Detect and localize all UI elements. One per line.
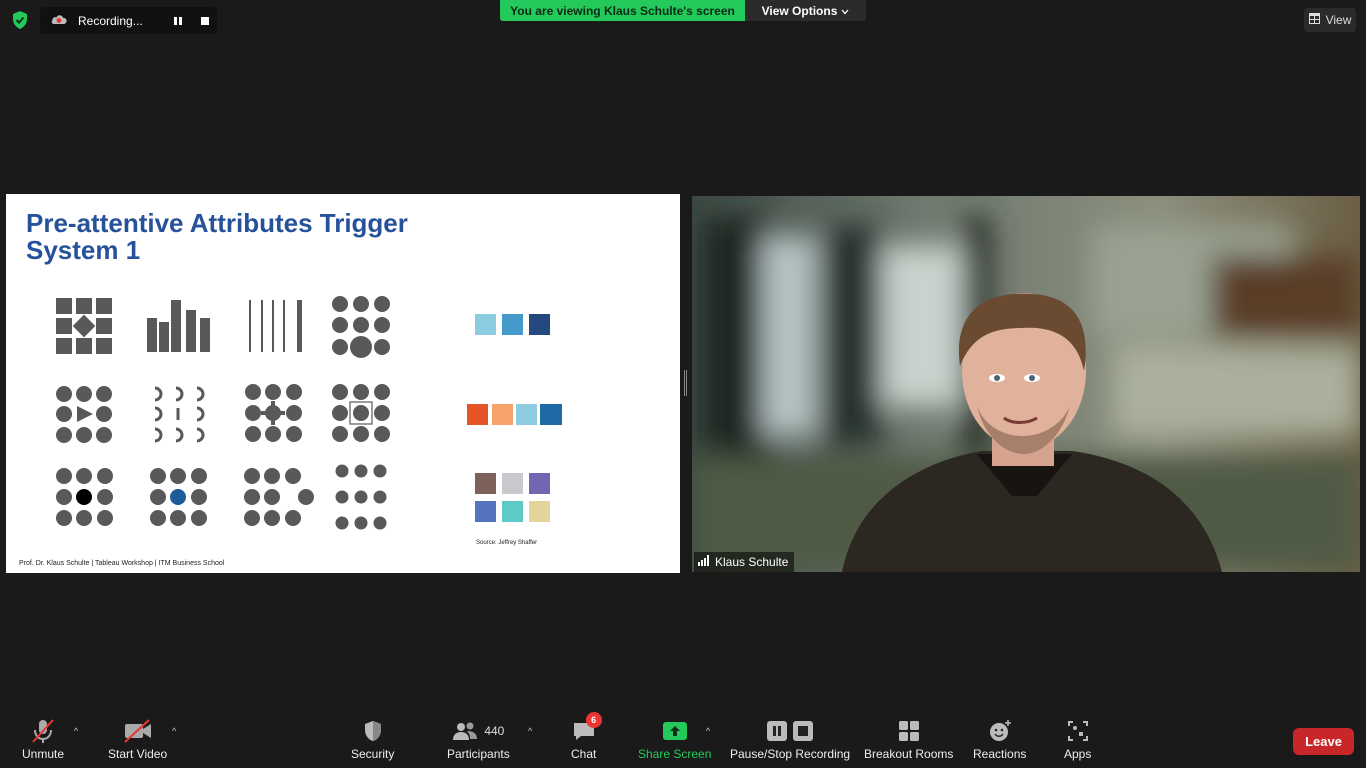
- chat-bubble-icon: 6: [572, 712, 602, 744]
- participants-icon: 440: [452, 718, 504, 744]
- view-options-label: View Options: [761, 3, 838, 18]
- pause-stop-recording-button[interactable]: Pause/Stop Recording: [730, 718, 850, 761]
- circles-hue: [150, 468, 207, 526]
- circles-enclosure: [332, 384, 390, 442]
- chevron-down-icon: [841, 4, 849, 18]
- pause-stop-icons: [767, 718, 814, 744]
- participant-name-tag: Klaus Schulte: [694, 552, 795, 572]
- circles-density: [335, 464, 387, 530]
- circles-position: [244, 468, 314, 526]
- leave-button[interactable]: Leave: [1293, 728, 1354, 755]
- circles-shape: [56, 386, 112, 443]
- recording-label: Recording...: [78, 13, 143, 28]
- unmute-button[interactable]: Unmute: [22, 718, 64, 761]
- bars-length: [147, 300, 210, 352]
- video-frame: [692, 196, 1360, 572]
- camera-off-icon: [123, 718, 153, 744]
- apps-icon: [1067, 718, 1089, 744]
- preattentive-attributes-figure: [56, 296, 562, 530]
- audio-options-caret[interactable]: ^: [74, 726, 78, 736]
- apps-button[interactable]: Apps: [1064, 718, 1091, 761]
- video-options-caret[interactable]: ^: [172, 726, 176, 736]
- view-options-button[interactable]: View Options: [745, 0, 866, 21]
- slide-source: Source: Jeffrey Shaffer: [476, 540, 538, 546]
- stop-icon: [793, 721, 814, 741]
- smiley-plus-icon: [988, 718, 1012, 744]
- reactions-button[interactable]: Reactions: [973, 718, 1026, 761]
- chat-button[interactable]: 6 Chat: [571, 712, 602, 761]
- security-button[interactable]: Security: [351, 718, 394, 761]
- cloud-recording-icon: [50, 12, 68, 29]
- participants-options-caret[interactable]: ^: [528, 726, 532, 736]
- split-resize-handle[interactable]: [684, 370, 688, 396]
- circles-size: [332, 296, 390, 358]
- pause-icon: [767, 721, 788, 741]
- share-screen-button[interactable]: Share Screen: [638, 718, 711, 761]
- breakout-rooms-icon: [898, 718, 920, 744]
- square-grid-orientation: [56, 298, 112, 354]
- participants-count: 440: [484, 724, 505, 738]
- participant-name: Klaus Schulte: [715, 555, 789, 569]
- shield-icon: [362, 718, 384, 744]
- start-video-button[interactable]: Start Video: [108, 718, 167, 761]
- security-shield-icon[interactable]: [10, 10, 30, 30]
- view-layout-button[interactable]: View: [1304, 8, 1356, 32]
- breakout-rooms-button[interactable]: Breakout Rooms: [864, 718, 953, 761]
- chat-unread-badge: 6: [585, 712, 602, 728]
- categorical-palette: [475, 473, 550, 522]
- grid-view-icon: [1308, 13, 1320, 27]
- microphone-muted-icon: [30, 718, 56, 744]
- sequential-palette: [475, 314, 550, 335]
- diverging-palette: [467, 404, 562, 425]
- share-options-caret[interactable]: ^: [706, 726, 710, 736]
- stop-recording-icon[interactable]: [198, 14, 212, 28]
- view-label: View: [1325, 13, 1352, 27]
- viewing-screen-banner: You are viewing Klaus Schulte's screen: [500, 0, 745, 21]
- shared-screen-slide: Pre-attentive Attributes Trigger System …: [6, 194, 680, 573]
- pause-recording-icon[interactable]: [171, 14, 185, 28]
- participants-button[interactable]: 440 Participants: [447, 718, 510, 761]
- lines-width: [249, 300, 302, 352]
- recording-status: Recording...: [40, 7, 217, 34]
- arcs-curvature: [154, 386, 205, 443]
- share-screen-icon: [662, 718, 688, 744]
- circles-added-marks: [245, 384, 302, 442]
- signal-strength-icon: [698, 555, 710, 569]
- slide-footer: Prof. Dr. Klaus Schulte | Tableau Worksh…: [19, 560, 225, 567]
- participant-video[interactable]: Klaus Schulte: [692, 196, 1360, 572]
- circles-intensity: [56, 468, 113, 526]
